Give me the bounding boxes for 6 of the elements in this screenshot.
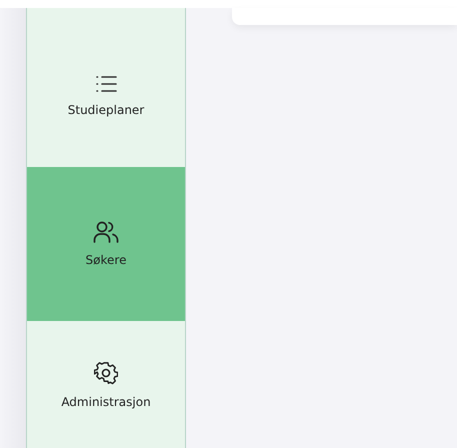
people-icon [93,220,119,243]
sidebar-item[interactable]: Søkere [27,166,185,321]
list-icon [95,74,117,93]
sidebar-item[interactable]: Studieplaner [27,25,185,167]
sidebar-item[interactable]: Administrasjon [27,321,185,448]
settings-icon [94,360,118,384]
